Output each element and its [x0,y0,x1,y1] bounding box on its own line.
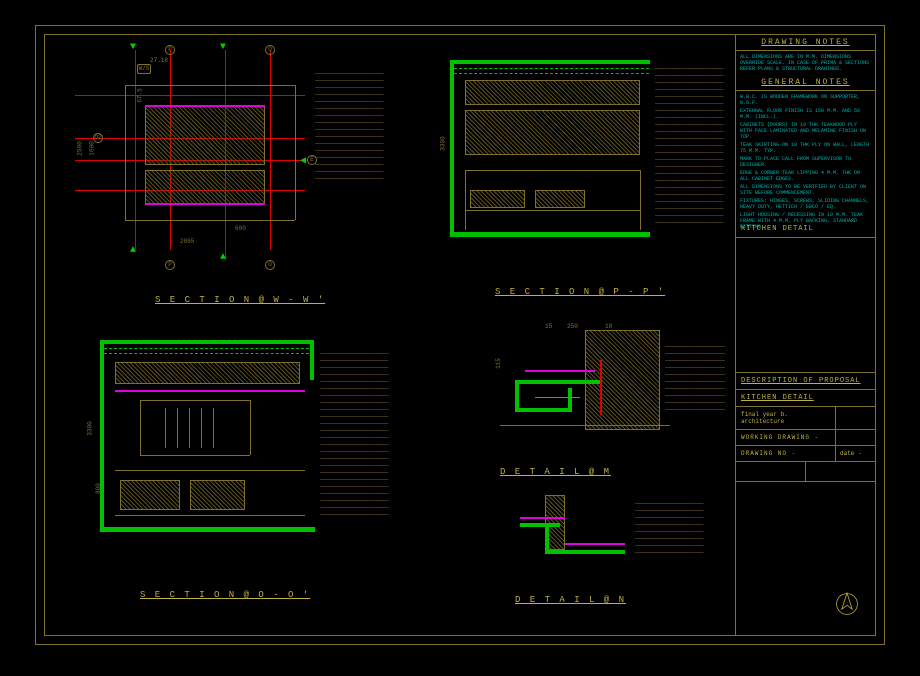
leader-notes [320,350,430,518]
drawing-sheet-border: ▼ ▼ ▲ ▲ ◀ P O D2 E P O W/S 2500 1600 67.… [35,25,885,645]
title-block: DRAWING NOTES ALL DIMENSIONS ARE IN M.M.… [735,35,875,635]
title-section-pp: S E C T I O N @ P - P ' [495,287,665,297]
tag-ws: W/S [137,64,151,74]
title-detail-n: D E T A I L @ N [515,595,626,605]
drawing-inner-border: ▼ ▼ ▲ ▲ ◀ P O D2 E P O W/S 2500 1600 67.… [44,34,876,636]
leader-notes [315,70,425,182]
field-drawing-no: DRAWING NO - [736,446,835,461]
heading-drawing-notes: DRAWING NOTES [736,35,875,51]
leader-notes [635,500,715,556]
view-section-ww: ▼ ▼ ▲ ▲ ◀ P O D2 E P O W/S 2500 1600 67.… [75,50,385,290]
dim-label: 250 [567,323,578,330]
grid-bubble: P [165,45,175,55]
grid-bubble: O [265,45,275,55]
label-description-of-proposal: DESCRIPTION OF PROPOSAL [736,373,875,390]
dim-label: 18 [605,323,612,330]
dim-label: 67.5 [137,88,144,102]
general-notes-text: W.B.C. IS WOODEN FRAMEWORK ON SUPPORTER,… [736,91,875,221]
view-section-pp: 3300 [440,50,730,295]
dim-label: 3300 [87,421,94,435]
leader-notes [665,343,725,413]
dim-label: 600 [235,225,246,232]
heading-general-notes: GENERAL NOTES [736,75,875,91]
title-detail-m: D E T A I L @ M [500,467,611,477]
dim-label: 2500 [77,141,84,155]
view-detail-n [490,495,720,605]
view-detail-m: 15 250 18 115 [475,325,725,480]
dim-label: 27.18 [150,57,168,64]
dim-label: 2865 [180,238,194,245]
dim-label: 1600 [89,141,96,155]
grid-bubble: P [165,260,175,270]
title-section-oo: S E C T I O N @ O - O ' [140,590,310,600]
value-description: KITCHEN DETAIL [736,390,875,407]
grid-bubble: O [265,260,275,270]
dim-label: 15 [545,323,552,330]
view-section-oo: 3300 800 [85,330,405,590]
field-working-drawing: WORKING DRAWING - [736,430,835,445]
dim-label: 3300 [440,136,447,150]
field-date: date - [835,446,875,461]
north-arrow-icon [834,591,860,617]
title-section-ww: S E C T I O N @ W - W ' [155,295,325,305]
drawing-notes-text: ALL DIMENSIONS ARE IN M.M. DIMENSIONS OV… [736,51,875,75]
field-year: final year b. architecture [736,407,835,429]
dim-label: 800 [95,483,102,494]
dim-label: 115 [495,358,502,369]
